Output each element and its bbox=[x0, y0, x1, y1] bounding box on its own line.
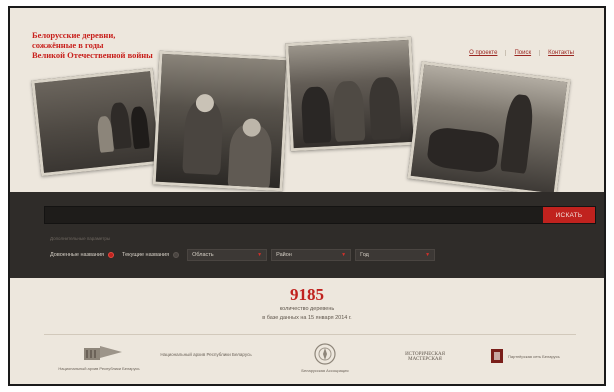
select-region-value: Область bbox=[192, 252, 214, 258]
photo-1 bbox=[31, 67, 163, 177]
radio-current-names-label: Текущие названия bbox=[122, 252, 170, 258]
village-counter: 9185 количество деревень в базе данных н… bbox=[10, 286, 604, 322]
chevron-down-icon: ▼ bbox=[341, 252, 347, 258]
partner-1[interactable]: Национальный архив Республики Беларусь bbox=[54, 342, 144, 371]
search-bar: ИСКАТЬ bbox=[44, 206, 596, 224]
search-panel: ИСКАТЬ Дополнительные параметры Довоенны… bbox=[10, 192, 604, 278]
village-count-caption-1: количество деревень bbox=[279, 306, 335, 312]
photo-2 bbox=[152, 50, 290, 192]
page-frame: Белорусские деревни, сожжённые в годы Ве… bbox=[8, 6, 606, 386]
chevron-down-icon: ▼ bbox=[425, 252, 431, 258]
search-input[interactable] bbox=[45, 207, 541, 223]
photo-4 bbox=[407, 61, 571, 197]
filters-row: Довоенные названия Текущие названия Обла… bbox=[50, 248, 439, 262]
radio-selected-icon[interactable] bbox=[108, 252, 115, 258]
partner-1-caption: Национальный архив Республики Беларусь bbox=[58, 366, 140, 371]
select-year[interactable]: Год ▼ bbox=[355, 249, 436, 261]
nav-link-contacts[interactable]: Контакты bbox=[539, 50, 582, 56]
radio-unselected-icon[interactable] bbox=[173, 252, 180, 258]
divider bbox=[44, 334, 576, 335]
partner-2-caption: Национальный архив Республики Беларусь bbox=[160, 352, 252, 357]
network-logo-icon bbox=[491, 349, 503, 363]
top-nav: О проекте Поиск Контакты bbox=[461, 50, 582, 56]
filter-caption: Дополнительные параметры bbox=[50, 236, 111, 241]
partner-5-caption: Партнёрская сеть Беларусь bbox=[508, 353, 560, 359]
radio-current-names[interactable]: Текущие названия bbox=[122, 252, 180, 258]
site-title-line-2: сожжённые в годы bbox=[32, 40, 104, 50]
partners-row: Национальный архив Республики Беларусь Н… bbox=[40, 342, 580, 384]
village-count: 9185 bbox=[290, 285, 324, 304]
village-count-caption-2: в базе данных на 15 января 2014 г. bbox=[262, 315, 352, 321]
select-year-value: Год bbox=[360, 252, 369, 258]
nav-link-about[interactable]: О проекте bbox=[461, 50, 505, 56]
select-district-value: Район bbox=[276, 252, 292, 258]
site-title-line-1: Белорусские деревни, bbox=[32, 30, 116, 40]
partner-3[interactable]: Беларусская Ассоциация bbox=[290, 342, 360, 373]
partner-2[interactable]: Национальный архив Республики Беларусь bbox=[160, 350, 252, 357]
archive-logo-icon bbox=[84, 346, 122, 360]
radio-prewar-names-label: Довоенные названия bbox=[50, 252, 105, 258]
photo-3 bbox=[285, 36, 417, 152]
partner-3-caption: Беларусская Ассоциация bbox=[301, 368, 349, 373]
radio-prewar-names[interactable]: Довоенные названия bbox=[50, 252, 115, 258]
header: Белорусские деревни, сожжённые в годы Ве… bbox=[10, 8, 604, 197]
site-title[interactable]: Белорусские деревни, сожжённые в годы Ве… bbox=[32, 30, 172, 60]
partner-5[interactable]: Партнёрская сеть Беларусь bbox=[490, 348, 570, 364]
search-button[interactable]: ИСКАТЬ bbox=[543, 207, 595, 223]
chevron-down-icon: ▼ bbox=[257, 252, 263, 258]
partner-4[interactable]: ИСТОРИЧЕСКАЯ МАСТЕРСКАЯ bbox=[390, 350, 460, 362]
site-title-line-3: Великой Отечественной войны bbox=[32, 50, 153, 60]
partner-4-caption: ИСТОРИЧЕСКАЯ МАСТЕРСКАЯ bbox=[405, 352, 445, 362]
nav-link-search[interactable]: Поиск bbox=[505, 50, 539, 56]
select-region[interactable]: Область ▼ bbox=[187, 249, 268, 261]
select-district[interactable]: Район ▼ bbox=[271, 249, 352, 261]
emblem-icon bbox=[314, 343, 336, 365]
